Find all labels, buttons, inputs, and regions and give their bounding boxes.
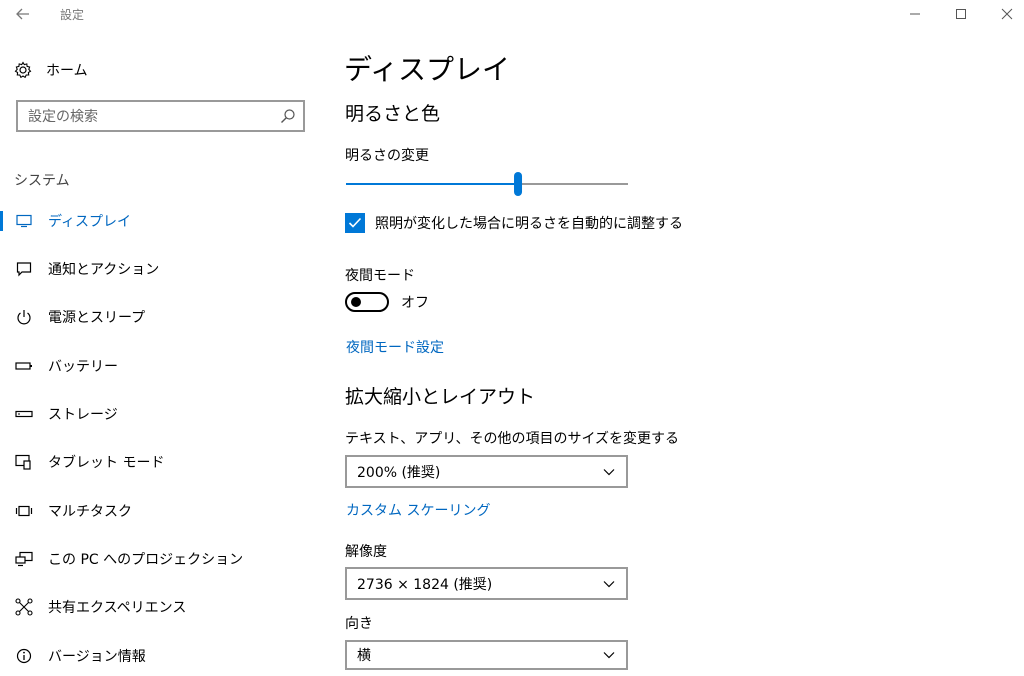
- window-title: 設定: [60, 8, 85, 22]
- notification-icon: [16, 262, 32, 277]
- auto-brightness-label: 照明が変化した場合に明るさを自動的に調整する: [375, 216, 683, 232]
- home-label: ホーム: [46, 63, 88, 79]
- orientation-dropdown-value: 横: [357, 648, 371, 664]
- brightness-label: 明るさの変更: [345, 148, 429, 164]
- sidebar-item-label: 電源とスリープ: [48, 310, 146, 326]
- sidebar-item-multitask[interactable]: マルチタスク: [0, 491, 310, 531]
- maximize-icon: [956, 9, 966, 19]
- resolution-label: 解像度: [345, 544, 387, 560]
- resolution-dropdown-value: 2736 × 1824 (推奨): [357, 576, 493, 593]
- info-icon: [16, 648, 32, 664]
- sidebar-item-notifications[interactable]: 通知とアクション: [0, 249, 310, 289]
- sidebar-item-about[interactable]: バージョン情報: [0, 636, 310, 676]
- brightness-slider[interactable]: [346, 172, 628, 196]
- search-input[interactable]: 設定の検索: [28, 106, 273, 126]
- sidebar-item-display[interactable]: ディスプレイ: [0, 201, 310, 241]
- sidebar-item-label: バージョン情報: [48, 649, 146, 665]
- sidebar-item-label: ストレージ: [48, 407, 118, 423]
- multitask-icon: [15, 505, 33, 517]
- custom-scaling-link[interactable]: カスタム スケーリング: [346, 500, 490, 520]
- brightness-slider-track: [346, 172, 628, 196]
- back-arrow-icon: [16, 8, 29, 20]
- search-box[interactable]: 設定の検索: [16, 100, 305, 132]
- scale-layout-heading: 拡大縮小とレイアウト: [345, 386, 536, 408]
- page-title: ディスプレイ: [344, 53, 511, 86]
- sidebar-item-tablet-mode[interactable]: タブレット モード: [0, 442, 310, 482]
- sidebar-item-label: 共有エクスペリエンス: [48, 600, 187, 616]
- auto-brightness-row[interactable]: 照明が変化した場合に明るさを自動的に調整する: [345, 213, 683, 233]
- title-bar: 設定: [0, 0, 1024, 28]
- minimize-button[interactable]: [892, 0, 938, 28]
- search-icon: [281, 109, 295, 123]
- checkmark-icon: [348, 217, 362, 228]
- night-mode-settings-link[interactable]: 夜間モード設定: [346, 337, 444, 357]
- storage-icon: [15, 410, 33, 418]
- search-button[interactable]: [273, 108, 303, 124]
- projection-icon: [15, 551, 33, 567]
- night-mode-state: オフ: [401, 295, 429, 311]
- chevron-down-icon: [603, 580, 615, 587]
- sidebar-item-projection[interactable]: この PC へのプロジェクション: [0, 539, 310, 579]
- minimize-icon: [910, 13, 920, 15]
- resolution-dropdown[interactable]: 2736 × 1824 (推奨): [345, 567, 628, 600]
- sidebar-item-label: この PC へのプロジェクション: [48, 552, 244, 568]
- toggle-knob: [351, 297, 361, 307]
- sidebar-item-label: マルチタスク: [48, 504, 132, 520]
- home-link[interactable]: ホーム: [14, 56, 304, 84]
- power-icon: [17, 310, 31, 325]
- sidebar-item-storage[interactable]: ストレージ: [0, 394, 310, 434]
- brightness-heading: 明るさと色: [345, 103, 441, 125]
- monitor-icon: [16, 214, 32, 228]
- sidebar-item-label: タブレット モード: [48, 455, 165, 471]
- sidebar-item-shared-experiences[interactable]: 共有エクスペリエンス: [0, 587, 310, 627]
- scale-dropdown[interactable]: 200% (推奨): [345, 455, 628, 488]
- night-mode-label: 夜間モード: [345, 268, 415, 284]
- shared-experience-icon: [15, 598, 33, 616]
- maximize-button[interactable]: [938, 0, 984, 28]
- sidebar-item-battery[interactable]: バッテリー: [0, 346, 310, 386]
- gear-icon: [14, 61, 32, 79]
- size-label: テキスト、アプリ、その他の項目のサイズを変更する: [345, 431, 680, 447]
- sidebar-item-power[interactable]: 電源とスリープ: [0, 297, 310, 337]
- sidebar-item-label: バッテリー: [48, 359, 118, 375]
- sidebar-item-label: ディスプレイ: [48, 214, 132, 230]
- section-label-system: システム: [14, 173, 70, 189]
- chevron-down-icon: [603, 468, 615, 475]
- tablet-mode-icon: [15, 454, 31, 470]
- close-button[interactable]: [984, 0, 1024, 28]
- scale-dropdown-value: 200% (推奨): [357, 464, 441, 481]
- night-mode-toggle[interactable]: [345, 292, 389, 312]
- night-mode-toggle-row[interactable]: オフ: [345, 292, 429, 312]
- orientation-label: 向き: [345, 616, 373, 632]
- auto-brightness-checkbox[interactable]: [345, 213, 365, 233]
- battery-icon: [15, 362, 32, 370]
- orientation-dropdown[interactable]: 横: [345, 640, 628, 670]
- chevron-down-icon: [603, 652, 615, 659]
- slider-thumb: [514, 172, 523, 196]
- back-button[interactable]: [0, 0, 46, 28]
- sidebar-item-label: 通知とアクション: [48, 262, 160, 278]
- close-icon: [1001, 8, 1013, 20]
